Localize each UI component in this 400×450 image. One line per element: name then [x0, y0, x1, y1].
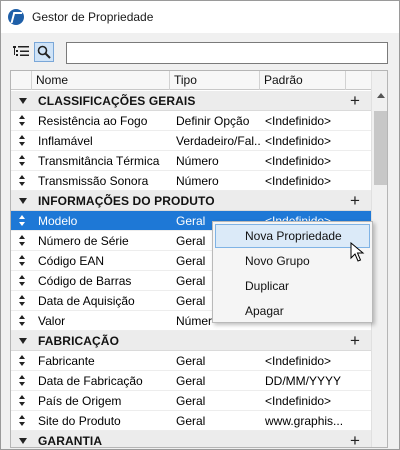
group-label: INFORMAÇÕES DO PRODUTO — [38, 194, 215, 208]
property-type: Geral — [176, 414, 206, 428]
property-name: Código de Barras — [38, 274, 132, 288]
group-header[interactable]: CLASSIFICAÇÕES GERAIS + — [11, 91, 371, 111]
collapse-triangle-icon[interactable] — [19, 198, 27, 204]
search-icon[interactable] — [34, 42, 54, 62]
table-row[interactable]: Inflamável Verdadeiro/Fal... <Indefinido… — [11, 131, 371, 151]
property-name: Transmissão Sonora — [38, 174, 149, 188]
reorder-arrows-icon[interactable] — [17, 373, 27, 389]
column-header-type[interactable]: Tipo — [169, 71, 259, 90]
property-name: Data de Aquisição — [38, 294, 135, 308]
reorder-arrows-icon[interactable] — [17, 133, 27, 149]
add-property-icon[interactable]: + — [350, 431, 360, 447]
property-name: Resistência ao Fogo — [38, 114, 148, 128]
property-type: Geral — [176, 354, 206, 368]
menu-item-new-group[interactable]: Novo Grupo — [215, 249, 370, 273]
property-name: Fabricante — [38, 354, 95, 368]
table-row[interactable]: Transmitância Térmica Número <Indefinido… — [11, 151, 371, 171]
property-name: Modelo — [38, 214, 78, 228]
scroll-up-arrow-icon[interactable] — [377, 93, 385, 98]
group-header[interactable]: GARANTIA + — [11, 431, 371, 448]
add-property-icon[interactable]: + — [350, 191, 360, 210]
column-header-default[interactable]: Padrão — [259, 71, 345, 90]
property-type: Verdadeiro/Fal... — [176, 134, 260, 148]
property-name: Data de Fabricação — [38, 374, 143, 388]
table-row[interactable]: Data de Fabricação Geral DD/MM/YYYY — [11, 371, 371, 391]
group-header[interactable]: INFORMAÇÕES DO PRODUTO + — [11, 191, 371, 211]
list-view-icon[interactable] — [11, 42, 31, 62]
property-default: <Indefinido> — [265, 354, 332, 368]
column-header-name[interactable]: Nome — [31, 71, 169, 90]
property-name: País de Origem — [38, 394, 122, 408]
menu-item-new-property[interactable]: Nova Propriedade — [215, 224, 370, 248]
property-default: <Indefinido> — [265, 114, 332, 128]
window-title: Gestor de Propriedade — [32, 10, 154, 24]
property-default: <Indefinido> — [265, 134, 332, 148]
property-type: Definir Opção — [176, 114, 250, 128]
property-name: Código EAN — [38, 254, 105, 268]
group-label: GARANTIA — [38, 434, 103, 448]
toolbar — [1, 33, 399, 69]
search-input[interactable] — [66, 42, 388, 64]
table-row[interactable]: País de Origem Geral <Indefinido> — [11, 391, 371, 411]
property-type: Geral — [176, 394, 206, 408]
add-property-icon[interactable]: + — [350, 91, 360, 110]
reorder-arrows-icon[interactable] — [17, 293, 27, 309]
reorder-arrows-icon[interactable] — [17, 393, 27, 409]
reorder-arrows-icon[interactable] — [17, 273, 27, 289]
property-name: Inflamável — [38, 134, 93, 148]
title-bar: Gestor de Propriedade — [1, 1, 399, 33]
reorder-arrows-icon[interactable] — [17, 233, 27, 249]
add-property-icon[interactable]: + — [350, 331, 360, 350]
mouse-pointer-icon — [350, 242, 365, 262]
table-row[interactable]: Fabricante Geral <Indefinido> — [11, 351, 371, 371]
column-header-extra — [345, 71, 371, 90]
group-label: FABRICAÇÃO — [38, 334, 119, 348]
reorder-arrows-icon[interactable] — [17, 173, 27, 189]
property-name: Site do Produto — [38, 414, 121, 428]
scroll-thumb[interactable] — [374, 111, 387, 185]
menu-item-delete[interactable]: Apagar — [215, 299, 370, 323]
property-name: Número de Série — [38, 234, 129, 248]
reorder-arrows-icon[interactable] — [17, 353, 27, 369]
group-header[interactable]: FABRICAÇÃO + — [11, 331, 371, 351]
context-menu: Nova Propriedade Novo Grupo Duplicar Apa… — [212, 221, 373, 323]
collapse-triangle-icon[interactable] — [19, 438, 27, 444]
table-row[interactable]: Resistência ao Fogo Definir Opção <Indef… — [11, 111, 371, 131]
reorder-arrows-icon[interactable] — [17, 413, 27, 429]
menu-item-duplicate[interactable]: Duplicar — [215, 274, 370, 298]
table-row[interactable]: Site do Produto Geral www.graphis... — [11, 411, 371, 431]
table-header: Nome Tipo Padrão — [11, 71, 371, 90]
property-manager-window: Gestor de Propriedade Nome Tipo Padrão C… — [0, 0, 400, 450]
property-name: Transmitância Térmica — [38, 154, 160, 168]
group-label: CLASSIFICAÇÕES GERAIS — [38, 94, 196, 108]
property-type: Número — [176, 154, 219, 168]
reorder-arrows-icon[interactable] — [17, 153, 27, 169]
vertical-scrollbar[interactable] — [371, 71, 387, 447]
collapse-triangle-icon[interactable] — [19, 98, 27, 104]
property-default: <Indefinido> — [265, 394, 332, 408]
app-logo-icon — [8, 9, 24, 25]
property-default: www.graphis... — [265, 414, 344, 428]
reorder-arrows-icon[interactable] — [17, 313, 27, 329]
reorder-arrows-icon[interactable] — [17, 213, 27, 229]
collapse-triangle-icon[interactable] — [19, 338, 27, 344]
property-default: <Indefinido> — [265, 174, 332, 188]
table-row[interactable]: Transmissão Sonora Número <Indefinido> — [11, 171, 371, 191]
reorder-arrows-icon[interactable] — [17, 113, 27, 129]
property-type: Geral — [176, 374, 206, 388]
property-name: Valor — [38, 314, 66, 328]
property-default: DD/MM/YYYY — [265, 374, 342, 388]
reorder-arrows-icon[interactable] — [17, 253, 27, 269]
property-default: <Indefinido> — [265, 154, 332, 168]
property-type: Número — [176, 174, 219, 188]
